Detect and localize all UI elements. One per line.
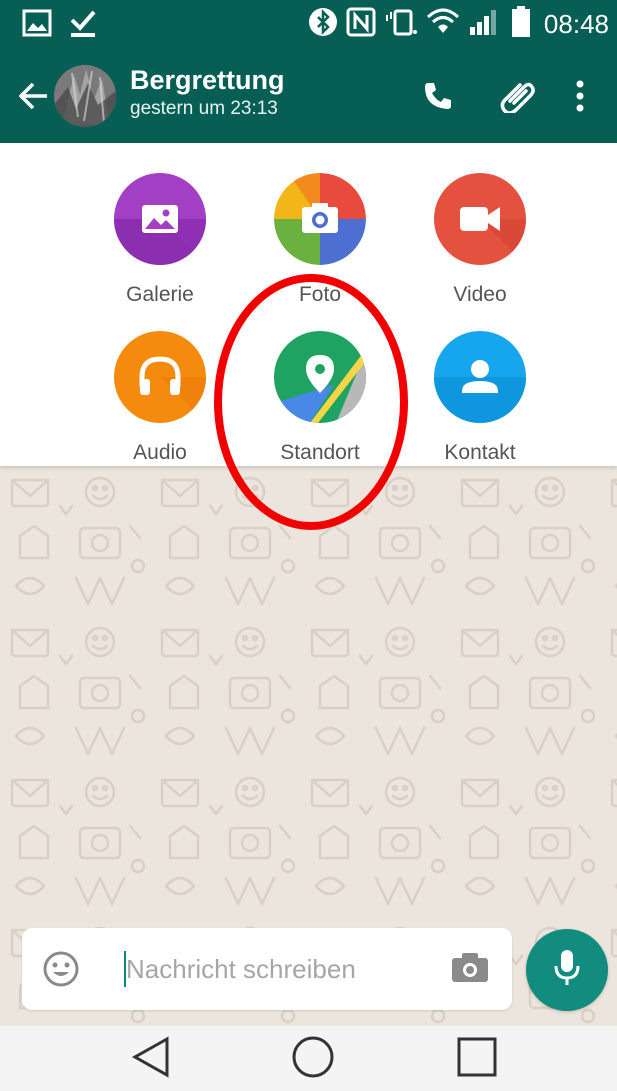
- attach-location[interactable]: Standort: [250, 331, 390, 481]
- gallery-circle[interactable]: [114, 173, 206, 265]
- attach-label-location: Standort: [280, 441, 360, 464]
- back-button[interactable]: [14, 78, 54, 118]
- bluetooth-icon: [308, 7, 338, 42]
- gallery-icon: [142, 205, 178, 233]
- phone-icon: [422, 80, 454, 117]
- contact-info[interactable]: Bergrettung gestern um 23:13: [130, 64, 285, 122]
- contact-name: Bergrettung: [130, 65, 285, 95]
- download-check-icon: [68, 8, 98, 43]
- microphone-icon: [552, 948, 582, 993]
- chat-header: Bergrettung gestern um 23:13: [0, 50, 617, 143]
- signal-icon: [468, 7, 502, 42]
- vibrate-icon: [384, 7, 418, 42]
- battery-icon: [510, 6, 532, 43]
- message-composer: [22, 928, 512, 1010]
- attach-label-video: Video: [453, 283, 507, 306]
- nav-home-icon: [291, 1035, 335, 1084]
- attach-photo[interactable]: Foto: [250, 173, 390, 323]
- attach-gallery[interactable]: Galerie: [90, 173, 230, 323]
- camera-small-icon: [450, 953, 490, 988]
- voice-message-button[interactable]: [526, 929, 608, 1011]
- status-bar: 08:48: [0, 0, 617, 50]
- image-icon: [22, 9, 52, 42]
- last-seen: gestern um 23:13: [130, 98, 278, 119]
- location-circle[interactable]: [274, 331, 366, 423]
- avatar[interactable]: [54, 65, 116, 127]
- more-vert-icon: [575, 80, 585, 117]
- attach-audio[interactable]: Audio: [90, 331, 230, 481]
- paperclip-icon: [500, 79, 536, 118]
- video-circle[interactable]: [434, 173, 526, 265]
- attach-label-audio: Audio: [133, 441, 187, 464]
- attach-menu: Galerie Foto Video Audio Standort Kontak…: [0, 143, 617, 466]
- call-button[interactable]: [418, 78, 458, 118]
- nav-recents-button[interactable]: [452, 1036, 502, 1082]
- system-nav-bar: [0, 1026, 617, 1091]
- status-time: 08:48: [543, 9, 609, 39]
- attach-button[interactable]: [498, 78, 538, 118]
- more-options-button[interactable]: [560, 78, 600, 118]
- back-arrow-icon: [18, 82, 49, 115]
- contact-circle[interactable]: [434, 331, 526, 423]
- emoji-icon: [42, 951, 80, 992]
- attach-label-gallery: Galerie: [126, 283, 194, 306]
- message-input[interactable]: [126, 946, 446, 992]
- camera-button[interactable]: [450, 950, 490, 988]
- attach-contact[interactable]: Kontakt: [410, 331, 550, 481]
- nav-back-icon: [131, 1035, 171, 1083]
- attach-label-contact: Kontakt: [444, 441, 516, 464]
- emoji-button[interactable]: [42, 950, 80, 988]
- wifi-icon: [426, 7, 460, 42]
- attach-label-photo: Foto: [298, 283, 342, 306]
- attach-video[interactable]: Video: [410, 173, 550, 323]
- photo-circle[interactable]: [274, 173, 366, 265]
- nfc-icon: [346, 7, 376, 42]
- audio-circle[interactable]: [114, 331, 206, 423]
- camera-icon: [302, 203, 338, 233]
- nav-recents-icon: [456, 1036, 498, 1083]
- nav-home-button[interactable]: [288, 1036, 338, 1082]
- nav-back-button[interactable]: [126, 1035, 176, 1083]
